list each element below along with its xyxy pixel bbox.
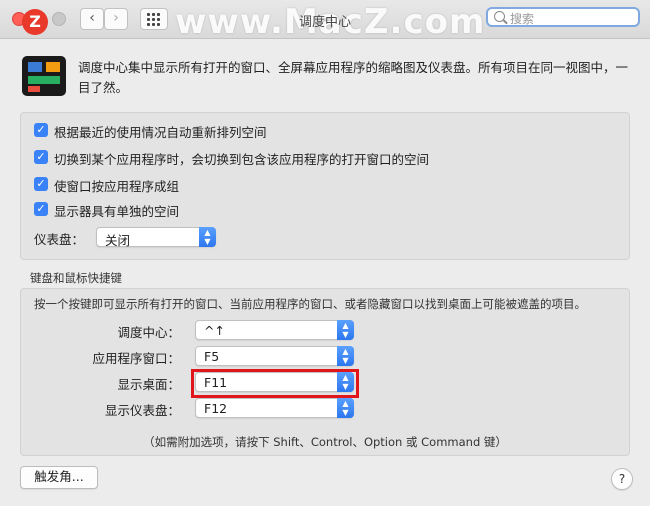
chevron-updown-icon: ▲ ▼	[337, 346, 354, 366]
chevron-updown-icon: ▲ ▼	[337, 398, 354, 418]
watermark: www.MacZ.com	[175, 2, 486, 42]
modifier-hint: （如需附加选项，请按下 Shift、Control、Option 或 Comma…	[143, 435, 507, 449]
app-windows-shortcut-select[interactable]: F5 ▲ ▼	[195, 346, 354, 366]
mission-control-shortcut-select[interactable]: ^↑ ▲ ▼	[195, 320, 354, 340]
chevron-updown-icon: ▲ ▼	[337, 320, 354, 340]
show-all-button[interactable]	[140, 8, 168, 30]
mission-control-app-icon	[22, 56, 66, 96]
hot-corners-button[interactable]: 触发角...	[20, 466, 98, 489]
shortcut-label-mission-control: 调度中心：	[117, 325, 180, 340]
checkbox-checked-icon[interactable]: ✓	[34, 123, 48, 137]
shortcut-label-show-dashboard: 显示仪表盘：	[104, 403, 180, 418]
shortcut-label-show-desktop: 显示桌面：	[117, 377, 180, 392]
forward-button[interactable]: ›	[104, 8, 128, 30]
back-button[interactable]: ‹	[80, 8, 104, 30]
dashboard-select[interactable]: 关闭 ▲ ▼	[96, 227, 216, 248]
highlight-annotation	[191, 369, 359, 398]
shortcuts-description: 按一个按键即可显示所有打开的窗口、当前应用程序的窗口、或者隐藏窗口以找到桌面上可…	[34, 297, 586, 311]
shortcut-label-app-windows: 应用程序窗口：	[92, 351, 180, 366]
checkbox-checked-icon[interactable]: ✓	[34, 177, 48, 191]
help-button[interactable]: ?	[611, 468, 633, 490]
pane-description: 调度中心集中显示所有打开的窗口、全屏幕应用程序的缩略图及仪表盘。所有项目在同一视…	[78, 60, 629, 95]
chevron-updown-icon: ▲ ▼	[199, 227, 216, 247]
checkbox-checked-icon[interactable]: ✓	[34, 150, 48, 164]
zoom-window-button[interactable]	[52, 12, 66, 26]
dashboard-label: 仪表盘：	[34, 232, 85, 247]
section-title: 键盘和鼠标快捷键	[30, 271, 122, 285]
search-input[interactable]: 搜索	[486, 7, 640, 27]
show-dashboard-shortcut-select[interactable]: F12 ▲ ▼	[195, 398, 354, 418]
search-placeholder: 搜索	[510, 12, 535, 26]
search-icon	[494, 11, 505, 22]
site-logo: Z	[22, 9, 48, 35]
checkbox-checked-icon[interactable]: ✓	[34, 202, 48, 216]
title-bar: Z ‹ › www.MacZ.com 调度中心 搜索	[0, 0, 650, 42]
